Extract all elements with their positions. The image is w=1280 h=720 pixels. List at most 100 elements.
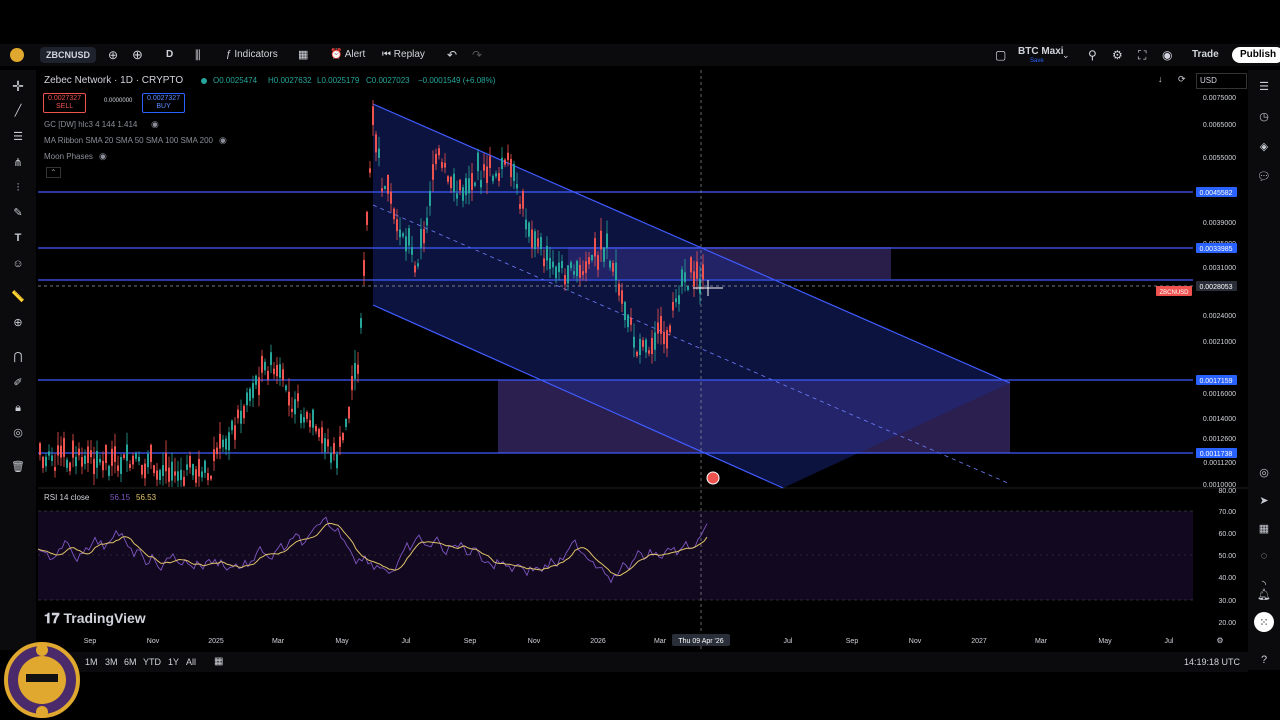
collapse-legend-icon[interactable]: ⌃ <box>46 167 61 178</box>
layout-select-icon[interactable]: ▢ <box>995 44 1006 66</box>
zoom-icon[interactable]: ⊕ <box>8 312 28 332</box>
indicator-ma-ribbon-label[interactable]: MA Ribbon SMA 20 SMA 50 SMA 100 SMA 200 <box>44 136 213 145</box>
templates-icon[interactable]: ▦ <box>298 44 308 66</box>
range-6m[interactable]: 6M <box>124 652 137 672</box>
candle-body <box>240 410 242 424</box>
candle-body <box>426 217 428 226</box>
target-icon[interactable]: ◎ <box>1254 462 1274 482</box>
candle-body <box>504 159 506 165</box>
interval-button[interactable]: D <box>166 44 173 66</box>
symbol-info-icon[interactable]: ⊕ <box>108 44 118 66</box>
channel-logo <box>4 642 80 718</box>
candle-body <box>420 228 422 248</box>
sell-button[interactable]: 0.0027327 SELL <box>43 93 87 113</box>
indicator-moon-phases-label[interactable]: Moon Phases <box>44 152 93 161</box>
crosshair-icon[interactable]: ✛ <box>8 76 28 96</box>
trend-line-icon[interactable]: ╱ <box>8 100 28 120</box>
range-ytd[interactable]: YTD <box>143 652 161 672</box>
candle-body <box>177 471 179 481</box>
alarm-icon: ⏰ <box>330 49 345 60</box>
text-icon[interactable]: T <box>8 228 28 248</box>
fib-icon[interactable]: ⫶ <box>8 178 28 198</box>
eye-icon[interactable]: ◉ <box>99 151 107 162</box>
tradingview-watermark[interactable]: 𝟏𝟕 TradingView <box>44 610 146 627</box>
candle-body <box>93 458 95 475</box>
buy-label: BUY <box>156 103 171 110</box>
watchlist-icon[interactable]: ☰ <box>1254 76 1274 96</box>
trash-icon[interactable]: 🗑︎ <box>8 456 28 476</box>
bell-icon[interactable]: 🔔︎ <box>1254 584 1274 604</box>
lock-drawing-icon[interactable]: ✐ <box>8 372 28 392</box>
rsi-label[interactable]: RSI 14 close <box>44 493 89 502</box>
candle-body <box>663 331 665 345</box>
calendar-icon[interactable]: ▦ <box>1254 518 1274 538</box>
pitchfork-icon[interactable]: ⋔ <box>8 152 28 172</box>
candle-body <box>498 173 500 182</box>
range-1m[interactable]: 1M <box>85 652 98 672</box>
candle-body <box>198 458 200 477</box>
eye-icon[interactable]: ◉ <box>151 119 159 130</box>
camera-icon[interactable]: ◉ <box>1162 44 1172 66</box>
eye-icon[interactable]: ◉ <box>219 135 227 146</box>
range-3m[interactable]: 3M <box>105 652 118 672</box>
redo-icon[interactable]: ↷ <box>472 44 482 66</box>
ruler-icon[interactable]: 📏 <box>8 286 28 306</box>
replay-button[interactable]: ⏮ Replay <box>382 44 425 66</box>
gear-icon[interactable]: ⚙ <box>1112 44 1123 66</box>
brush-icon[interactable]: ✎ <box>8 202 28 222</box>
chat-icon[interactable]: 💬︎ <box>1254 166 1274 186</box>
currency-select[interactable]: USD <box>1196 73 1247 89</box>
magnet-icon[interactable]: ⋂ <box>8 346 28 366</box>
bubble-icon[interactable]: ◌ <box>1254 546 1274 566</box>
candle-body <box>597 255 599 270</box>
candle-body <box>150 444 152 462</box>
candle-body <box>429 190 431 206</box>
pointer-icon[interactable]: ➤ <box>1254 490 1274 510</box>
layers-icon[interactable]: ◈ <box>1254 136 1274 156</box>
date-range-icon[interactable]: ▦ <box>214 652 223 672</box>
rsi-tick: 70.00 <box>1218 509 1236 516</box>
legend-change: −0.0001549 (+6.08%) <box>418 76 496 85</box>
undo-icon[interactable]: ↶ <box>447 44 457 66</box>
apps-grid-icon[interactable]: ⁙ <box>1254 612 1274 632</box>
indicators-button[interactable]: ƒ Indicators <box>226 44 278 66</box>
buy-button[interactable]: 0.0027327 BUY <box>142 93 186 113</box>
trade-button[interactable]: Trade <box>1192 44 1219 66</box>
range-all[interactable]: All <box>186 652 196 672</box>
time-tick: Sep <box>846 638 859 645</box>
candle-body <box>96 450 98 468</box>
chart-canvas[interactable]: 0.0075000 0.0065000 0.0055000 0.0039000 0.00… <box>38 70 1248 652</box>
rsi-value-2: 56.53 <box>136 493 157 502</box>
legend-low: L0.0025179 <box>317 76 360 85</box>
emoji-icon[interactable]: ☺ <box>8 254 28 274</box>
symbol-tag: ZBCNUSD <box>1159 290 1189 296</box>
refresh-icon[interactable]: ⟳ <box>1178 74 1186 85</box>
chart-pane[interactable]: 0.0075000 0.0065000 0.0055000 0.0039000 0.00… <box>38 70 1248 652</box>
range-1y[interactable]: 1Y <box>168 652 179 672</box>
candle-body <box>468 178 470 194</box>
lock-icon[interactable]: 🔒︎ <box>8 398 28 418</box>
candle-body <box>330 452 332 463</box>
avatar[interactable] <box>10 48 24 62</box>
clock-readout[interactable]: 14:19:18 UTC <box>1184 652 1240 672</box>
horizontal-lines-icon[interactable]: ☰ <box>8 126 28 146</box>
sell-price: 0.0027327 <box>48 95 82 102</box>
fullscreen-icon[interactable]: ⛶ <box>1138 44 1146 66</box>
clock-icon[interactable]: ◷ <box>1254 106 1274 126</box>
eye-icon[interactable]: ◎ <box>8 422 28 442</box>
rewind-icon: ⏮ <box>382 49 394 60</box>
compare-add-icon[interactable]: ⊕ <box>132 44 143 66</box>
indicator-gc-label[interactable]: GC [DW] hlc3 4 144 1.414 <box>44 120 137 129</box>
chevron-down-icon[interactable]: ⌄ <box>1062 44 1070 66</box>
candle-body <box>693 271 695 287</box>
chart-type-icon[interactable]: ⫼ <box>195 44 201 66</box>
quick-search-icon[interactable]: ⚲ <box>1088 44 1097 66</box>
candle-body <box>42 456 44 468</box>
event-marker-icon[interactable] <box>706 471 720 485</box>
scroll-down-icon[interactable]: ↓ <box>1158 74 1163 84</box>
alert-button[interactable]: ⏰ Alert <box>330 44 365 66</box>
publish-button[interactable]: Publish <box>1232 47 1280 63</box>
symbol-search-button[interactable]: ZBCNUSD <box>40 47 96 63</box>
time-tick: Nov <box>528 638 541 645</box>
help-icon[interactable]: ? <box>1254 650 1274 670</box>
